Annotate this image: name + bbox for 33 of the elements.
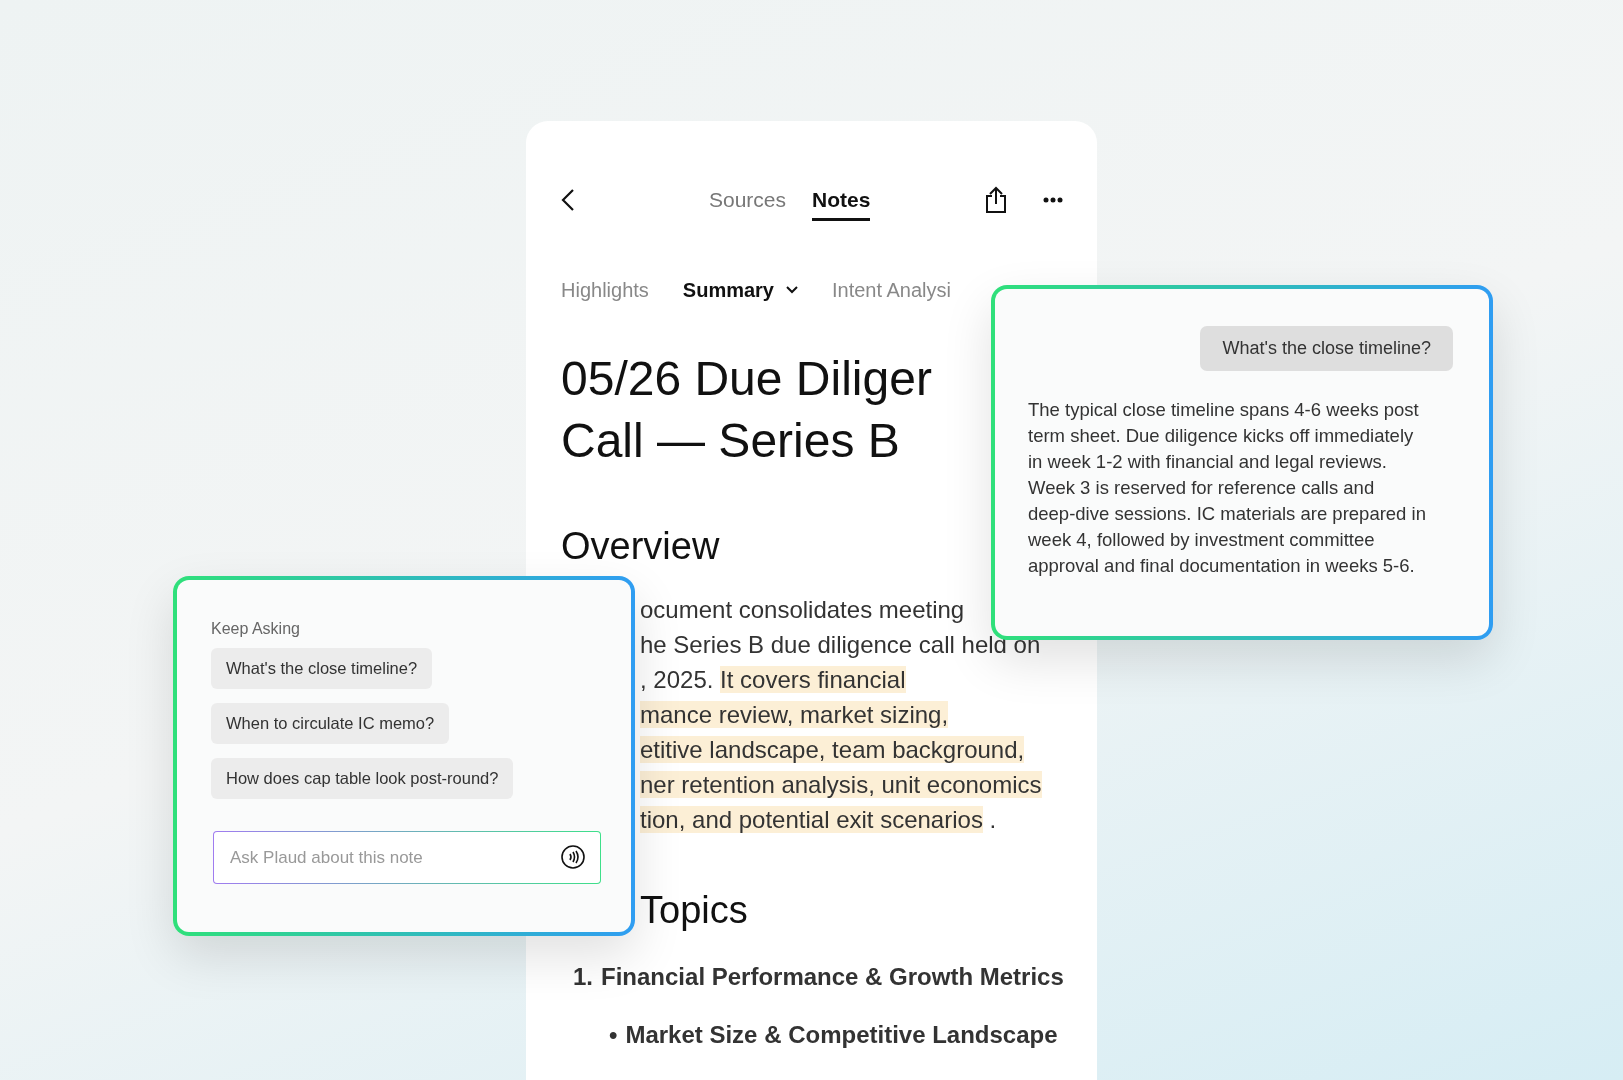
tab[interactable]: Notes xyxy=(812,179,871,221)
highlighted-text: ner retention analysis, unit economics xyxy=(640,771,1042,798)
back-icon xyxy=(561,188,575,212)
note-title: 05/26 Due Diliger xyxy=(561,351,932,407)
tab[interactable]: Sources xyxy=(709,179,787,221)
list-marker: • xyxy=(609,1021,618,1049)
share-icon[interactable] xyxy=(985,186,1007,214)
section-heading: Topics xyxy=(640,888,748,933)
question-bubble: What's the close timeline? xyxy=(1200,326,1453,371)
section-label: Keep Asking xyxy=(211,620,301,638)
subtab[interactable]: Highlights xyxy=(561,278,649,302)
subtab[interactable]: Summary xyxy=(682,278,798,302)
voice-icon[interactable] xyxy=(561,845,585,869)
overview-text: he Series B due diligence call held on xyxy=(640,631,1041,658)
note-title: Call — Series B xyxy=(561,413,900,469)
overview-text: ocument consolidates meeting xyxy=(640,596,965,623)
topic-item: Financial Performance & Growth Metrics xyxy=(601,963,1064,991)
suggestion-chip[interactable]: When to circulate IC memo? xyxy=(211,703,450,744)
list-marker: 1. xyxy=(573,963,593,991)
subtab[interactable]: Intent Analysi xyxy=(832,278,951,302)
topic-item: Market Size & Competitive Landscape xyxy=(625,1021,1058,1049)
highlighted-text: tion, and potential exit scenarios xyxy=(640,806,983,833)
more-icon[interactable] xyxy=(1043,197,1063,203)
highlighted-text: It covers financial xyxy=(720,666,906,693)
highlighted-text: etitive landscape, team background, xyxy=(640,736,1025,763)
answer-text: The typical close timeline spans 4-6 weeks post term sheet. Due diligence kicks off immediately in week 1-2 with financial and legal reviews. Week 3 is reserved for reference calls and deep-dive sessions. IC materials are prepared in week 4, followed by investment committee approval and final documentation in weeks 5-6. xyxy=(1028,398,1426,578)
overview-text: . xyxy=(989,806,997,833)
suggestion-chip[interactable]: How does cap table look post-round? xyxy=(211,758,514,799)
ask-input-field[interactable]: Ask Plaud about this note xyxy=(213,831,601,884)
overview-text: , 2025. xyxy=(640,666,714,693)
section-heading: Overview xyxy=(561,524,720,569)
highlighted-text: mance review, market sizing, xyxy=(640,701,949,728)
suggestion-chip[interactable]: What's the close timeline? xyxy=(211,648,433,689)
